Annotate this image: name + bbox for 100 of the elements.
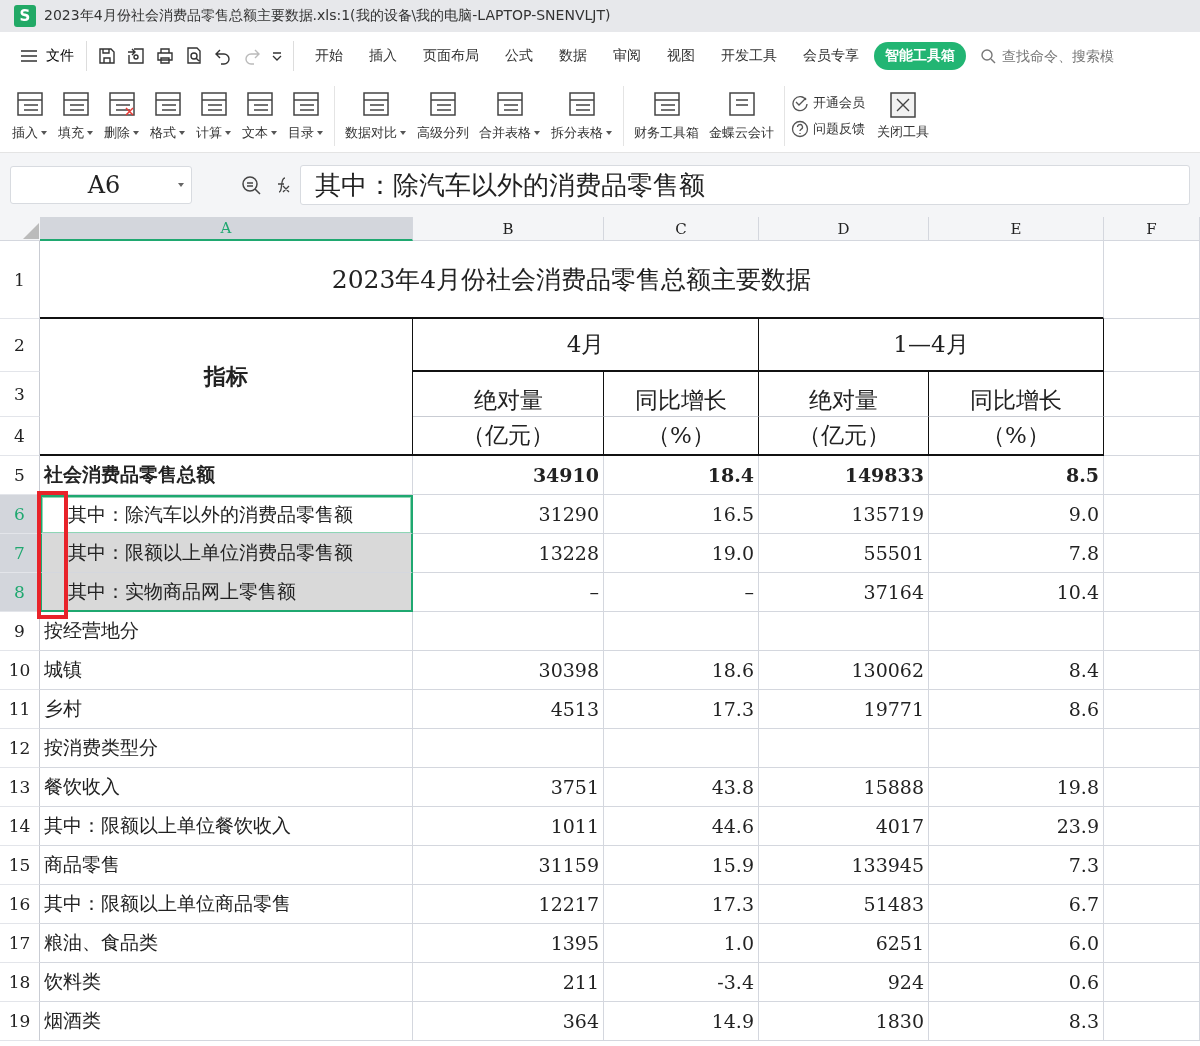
ribbon-button[interactable]: 填充	[54, 88, 98, 144]
row-header[interactable]: 2	[0, 319, 40, 372]
table-cell[interactable]: 按经营地分	[40, 612, 413, 651]
print-preview-icon[interactable]	[184, 46, 204, 66]
table-cell[interactable]: 1011	[413, 807, 604, 846]
empty-cell[interactable]	[604, 612, 759, 651]
ribbon-button[interactable]: 拆分表格	[547, 88, 617, 144]
menu-tab[interactable]: 插入	[358, 42, 408, 70]
table-cell[interactable]: 3751	[413, 768, 604, 807]
table-cell[interactable]: 37164	[759, 573, 929, 612]
table-cell[interactable]: -3.4	[604, 963, 759, 1002]
empty-cell[interactable]	[1104, 241, 1200, 319]
row-header[interactable]: 4	[0, 417, 40, 456]
table-cell[interactable]: 粮油、食品类	[40, 924, 413, 963]
file-menu-button[interactable]: 文件	[14, 47, 80, 65]
menu-tab[interactable]: 数据	[548, 42, 598, 70]
table-cell[interactable]: 10.4	[929, 573, 1104, 612]
ribbon-button[interactable]: 数据对比	[341, 88, 411, 144]
ribbon-button[interactable]: 金蝶云会计	[705, 88, 778, 144]
row-header[interactable]: 16	[0, 885, 40, 924]
row-header[interactable]: 11	[0, 690, 40, 729]
table-cell[interactable]: 7.3	[929, 846, 1104, 885]
table-cell[interactable]: 19771	[759, 690, 929, 729]
menu-tab[interactable]: 开始	[304, 42, 354, 70]
empty-cell[interactable]	[1104, 534, 1200, 573]
empty-cell[interactable]	[1104, 690, 1200, 729]
table-cell[interactable]: 55501	[759, 534, 929, 573]
empty-cell[interactable]	[1104, 319, 1200, 372]
table-cell[interactable]: 6251	[759, 924, 929, 963]
table-cell[interactable]: 43.8	[604, 768, 759, 807]
table-cell[interactable]: 19.8	[929, 768, 1104, 807]
print-icon[interactable]	[155, 46, 175, 66]
save-icon[interactable]	[97, 46, 117, 66]
column-header[interactable]: D	[759, 217, 929, 241]
table-cell[interactable]: 商品零售	[40, 846, 413, 885]
table-cell[interactable]: 烟酒类	[40, 1002, 413, 1041]
ribbon-button[interactable]: 财务工具箱	[630, 88, 703, 144]
table-cell[interactable]: 18.4	[604, 456, 759, 495]
table-cell[interactable]: 924	[759, 963, 929, 1002]
column-header[interactable]: F	[1104, 217, 1200, 241]
row-header[interactable]: 18	[0, 963, 40, 1002]
empty-cell[interactable]	[1104, 573, 1200, 612]
table-cell[interactable]: 364	[413, 1002, 604, 1041]
table-cell[interactable]: 130062	[759, 651, 929, 690]
table-cell[interactable]: 19.0	[604, 534, 759, 573]
empty-cell[interactable]	[1104, 651, 1200, 690]
table-cell[interactable]: –	[413, 573, 604, 612]
table-cell[interactable]: 135719	[759, 495, 929, 534]
ribbon-button[interactable]: 插入	[8, 88, 52, 144]
feedback-link[interactable]: 问题反馈	[791, 120, 865, 138]
member-link[interactable]: 开通会员	[791, 94, 865, 112]
column-header[interactable]: B	[413, 217, 604, 241]
menu-tab[interactable]: 会员专享	[792, 42, 870, 70]
table-cell[interactable]: 1395	[413, 924, 604, 963]
ribbon-button[interactable]: 高级分列	[413, 88, 473, 144]
table-cell[interactable]: –	[604, 573, 759, 612]
select-all-corner[interactable]	[0, 217, 40, 241]
table-cell[interactable]: 44.6	[604, 807, 759, 846]
empty-cell[interactable]	[1104, 846, 1200, 885]
table-cell[interactable]: 16.5	[604, 495, 759, 534]
empty-cell[interactable]	[759, 729, 929, 768]
command-search-field[interactable]: 查找命令、搜索模	[980, 47, 1200, 65]
empty-cell[interactable]	[1104, 768, 1200, 807]
zoom-icon[interactable]	[240, 174, 262, 196]
ribbon-button[interactable]: 计算	[192, 88, 236, 144]
menu-tab[interactable]: 视图	[656, 42, 706, 70]
table-cell[interactable]: 17.3	[604, 690, 759, 729]
table-cell[interactable]: 按消费类型分	[40, 729, 413, 768]
empty-cell[interactable]	[1104, 372, 1200, 417]
table-cell[interactable]: 14.9	[604, 1002, 759, 1041]
empty-cell[interactable]	[1104, 807, 1200, 846]
table-cell[interactable]: 1.0	[604, 924, 759, 963]
empty-cell[interactable]	[1104, 924, 1200, 963]
row-header[interactable]: 1	[0, 241, 40, 319]
menu-tab[interactable]: 开发工具	[710, 42, 788, 70]
table-cell[interactable]: 30398	[413, 651, 604, 690]
table-cell[interactable]: 149833	[759, 456, 929, 495]
empty-cell[interactable]	[1104, 885, 1200, 924]
table-cell[interactable]: 1830	[759, 1002, 929, 1041]
table-cell[interactable]: 13228	[413, 534, 604, 573]
table-cell[interactable]: 4017	[759, 807, 929, 846]
table-cell[interactable]: 8.3	[929, 1002, 1104, 1041]
table-cell[interactable]: 0.6	[929, 963, 1104, 1002]
table-cell[interactable]: 12217	[413, 885, 604, 924]
empty-cell[interactable]	[1104, 729, 1200, 768]
table-cell[interactable]: 6.0	[929, 924, 1104, 963]
table-cell[interactable]: 8.5	[929, 456, 1104, 495]
table-cell[interactable]: 城镇	[40, 651, 413, 690]
column-header[interactable]: C	[604, 217, 759, 241]
empty-cell[interactable]	[1104, 963, 1200, 1002]
table-cell[interactable]: 18.6	[604, 651, 759, 690]
column-header[interactable]: E	[929, 217, 1104, 241]
empty-cell[interactable]	[1104, 495, 1200, 534]
ribbon-button[interactable]: 删除	[100, 88, 144, 144]
table-cell[interactable]: 社会消费品零售总额	[40, 456, 413, 495]
table-cell[interactable]: 餐饮收入	[40, 768, 413, 807]
table-cell[interactable]: 211	[413, 963, 604, 1002]
table-cell[interactable]: 31159	[413, 846, 604, 885]
table-cell[interactable]: 其中：限额以上单位消费品零售额	[40, 534, 413, 573]
table-cell[interactable]: 其中：实物商品网上零售额	[40, 573, 413, 612]
